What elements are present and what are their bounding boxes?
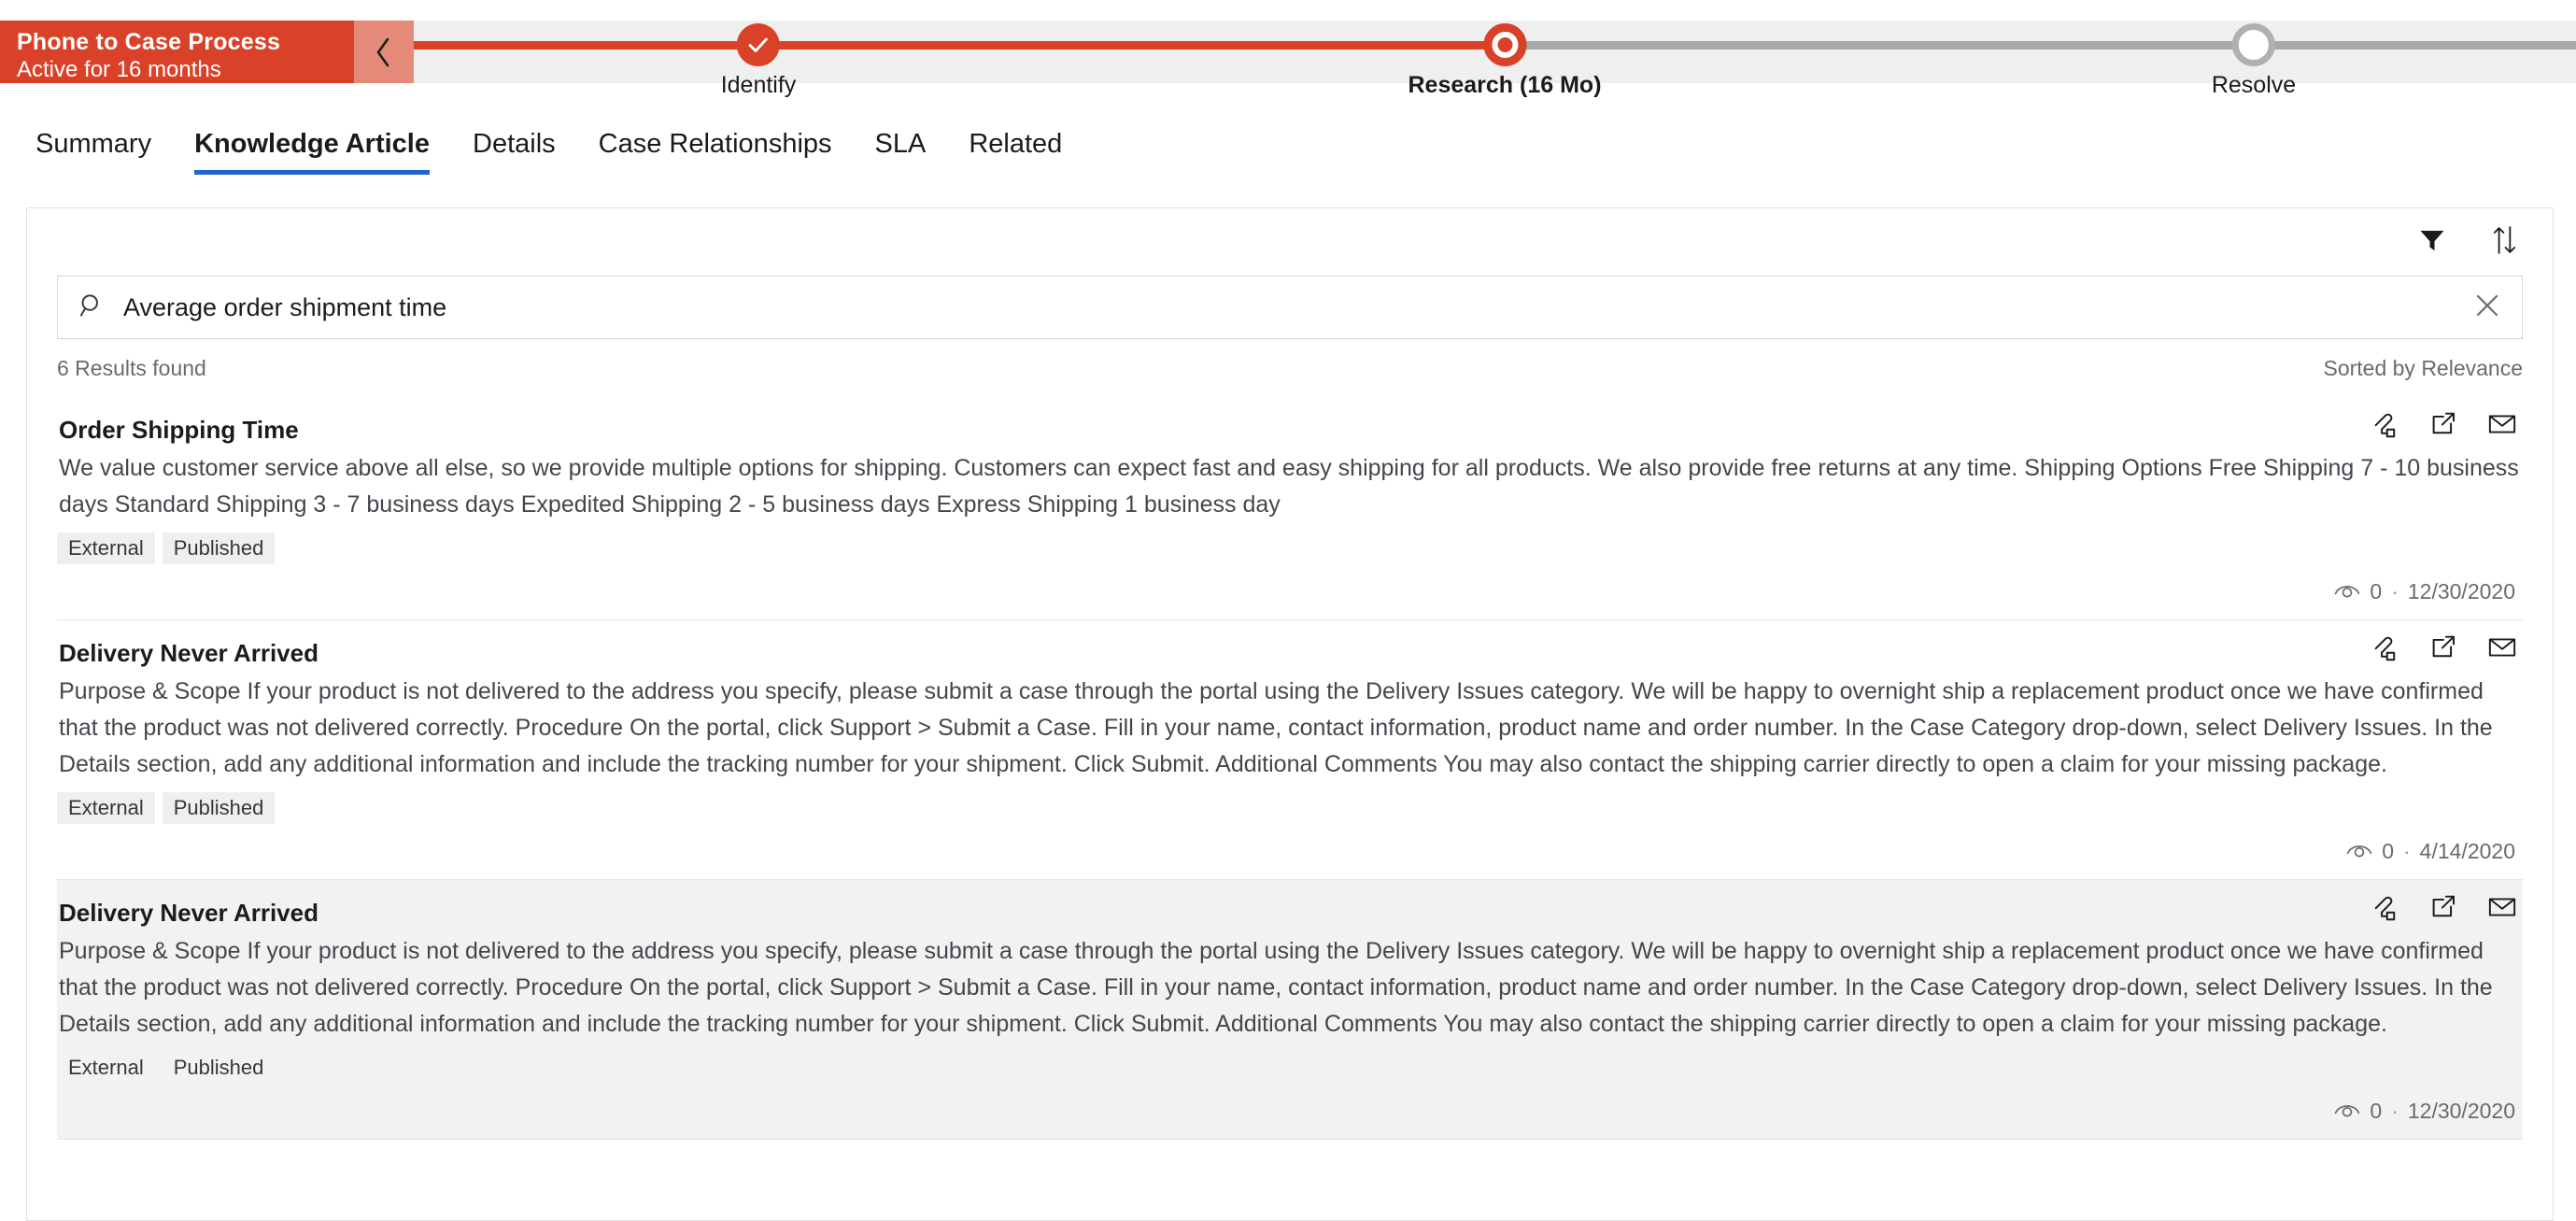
email-icon[interactable] — [2487, 633, 2517, 666]
check-icon[interactable] — [736, 23, 780, 66]
target-icon[interactable] — [1483, 23, 1526, 66]
tab-details[interactable]: Details — [473, 129, 556, 175]
process-header[interactable]: Phone to Case Process Active for 16 mont… — [0, 21, 414, 83]
stage-track: Identify Research (16 Mo) Resolve — [414, 21, 2576, 98]
link-article-icon[interactable] — [2371, 633, 2399, 666]
article-tags: External Published — [57, 1043, 2523, 1086]
track-segment-completed — [414, 41, 1505, 50]
status-badge: External — [57, 532, 155, 564]
stage-label-identify: Identify — [720, 72, 797, 98]
article-header: Delivery Never Arrived — [57, 893, 2523, 928]
eye-icon — [2334, 1099, 2360, 1124]
view-count: 0 — [2370, 1099, 2383, 1123]
list-item[interactable]: Delivery Never Arrived Purpose & Scope I… — [57, 880, 2523, 1140]
view-count: 0 — [2370, 579, 2383, 603]
open-in-new-icon[interactable] — [2429, 633, 2457, 666]
search-box[interactable] — [57, 276, 2523, 339]
tab-knowledge-article[interactable]: Knowledge Article — [194, 129, 430, 175]
article-tags: External Published — [57, 783, 2523, 826]
chevron-left-icon — [373, 34, 395, 71]
knowledge-search-panel: 6 Results found Sorted by Relevance Orde… — [26, 207, 2554, 1221]
business-process-flow-bar: Identify Research (16 Mo) Resolve Phone … — [0, 0, 2576, 103]
tab-summary[interactable]: Summary — [35, 129, 151, 175]
footer-separator: · — [2391, 1099, 2399, 1123]
email-icon[interactable] — [2487, 893, 2517, 926]
status-badge: External — [57, 792, 155, 824]
tab-related[interactable]: Related — [969, 129, 1062, 175]
status-badge: Published — [162, 792, 276, 824]
results-list: Order Shipping Time We value customer se… — [57, 397, 2523, 1140]
article-actions — [2371, 410, 2523, 443]
article-title[interactable]: Delivery Never Arrived — [57, 893, 318, 928]
stage-research-duration: (16 Mo) — [1520, 72, 1602, 98]
list-item[interactable]: Order Shipping Time We value customer se… — [57, 397, 2523, 620]
article-actions — [2371, 633, 2523, 666]
article-footer: 0 · 12/30/2020 — [57, 566, 2523, 610]
article-header: Order Shipping Time — [57, 410, 2523, 445]
article-date: 12/30/2020 — [2407, 579, 2515, 603]
results-meta-row: 6 Results found Sorted by Relevance — [57, 339, 2523, 397]
list-item[interactable]: Delivery Never Arrived Purpose & Scope I… — [57, 620, 2523, 880]
process-title: Phone to Case Process — [17, 29, 281, 55]
close-icon[interactable] — [2470, 288, 2505, 328]
panel-toolbar — [27, 208, 2553, 276]
tab-case-relationships[interactable]: Case Relationships — [599, 129, 832, 175]
footer-separator: · — [2391, 579, 2399, 603]
link-article-icon[interactable] — [2371, 410, 2399, 443]
article-title[interactable]: Order Shipping Time — [57, 410, 299, 445]
status-badge: External — [68, 1056, 144, 1079]
stage-label-resolve: Resolve — [2211, 72, 2297, 98]
eye-icon — [2346, 839, 2372, 864]
article-date: 12/30/2020 — [2407, 1099, 2515, 1123]
tab-sla[interactable]: SLA — [875, 129, 927, 175]
stage-research[interactable]: Research (16 Mo) — [1408, 21, 1602, 99]
view-count: 0 — [2382, 839, 2394, 863]
search-input[interactable] — [121, 291, 2470, 323]
stage-label-research: Research (16 Mo) — [1408, 72, 1601, 99]
status-badge: Published — [162, 532, 276, 564]
stage-research-name: Research — [1408, 72, 1514, 98]
article-footer: 0 · 12/30/2020 — [57, 1086, 2523, 1129]
stage-resolve[interactable]: Resolve — [2212, 21, 2296, 99]
results-count: 6 Results found — [57, 355, 206, 380]
open-in-new-icon[interactable] — [2429, 410, 2457, 443]
link-article-icon[interactable] — [2371, 893, 2399, 926]
stage-identify[interactable]: Identify — [720, 21, 797, 99]
article-title[interactable]: Delivery Never Arrived — [57, 633, 318, 668]
article-date: 4/14/2020 — [2419, 839, 2515, 863]
track-segment-remaining — [1505, 41, 2576, 50]
eye-icon — [2334, 579, 2360, 604]
article-snippet: Purpose & Scope If your product is not d… — [59, 678, 2493, 777]
article-tags: External Published — [57, 523, 2523, 566]
article-header: Delivery Never Arrived — [57, 633, 2523, 668]
open-in-new-icon[interactable] — [2429, 893, 2457, 926]
sort-icon[interactable] — [2491, 225, 2519, 260]
search-icon — [78, 292, 105, 323]
footer-separator: · — [2403, 839, 2411, 863]
article-snippet: We value customer service above all else… — [59, 455, 2519, 518]
sort-label[interactable]: Sorted by Relevance — [2323, 356, 2523, 381]
process-collapse-button[interactable] — [354, 21, 414, 83]
article-snippet: Purpose & Scope If your product is not d… — [59, 938, 2493, 1037]
article-actions — [2371, 893, 2523, 926]
email-icon[interactable] — [2487, 410, 2517, 443]
process-subtitle: Active for 16 months — [17, 57, 221, 82]
filter-icon[interactable] — [2418, 226, 2446, 259]
status-badge: Published — [173, 1056, 264, 1079]
circle-icon[interactable] — [2231, 23, 2275, 66]
tab-bar: Summary Knowledge Article Details Case R… — [0, 103, 2576, 201]
article-footer: 0 · 4/14/2020 — [57, 826, 2523, 870]
